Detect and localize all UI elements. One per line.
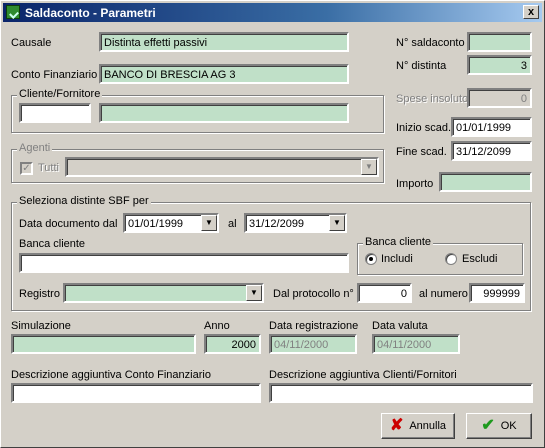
data-valuta-field: 04/11/2000: [372, 334, 460, 354]
data-al-value: 31/12/2099: [249, 218, 305, 230]
checkmark-icon: ✔: [481, 417, 495, 434]
desc-conto-label: Descrizione aggiuntiva Conto Finanziario: [11, 369, 211, 381]
dialog-window: Saldaconto - Parametri x Causale Distint…: [0, 0, 545, 448]
spese-insoluto-field: 0: [467, 88, 532, 108]
n-distinta-field[interactable]: 3: [467, 55, 532, 75]
banca-cliente-radio-group-label: Banca cliente: [363, 236, 434, 248]
cliente-fornitore-code-field[interactable]: [19, 103, 91, 123]
includi-radio[interactable]: [365, 253, 377, 265]
ok-button[interactable]: ✔ OK: [466, 413, 532, 439]
tutti-checkbox: ✓: [20, 162, 33, 175]
desc-conto-field[interactable]: [11, 383, 261, 403]
banca-cliente-field[interactable]: [19, 253, 349, 273]
escludi-radio[interactable]: [445, 253, 457, 265]
data-al-dropdown-icon[interactable]: ▼: [329, 215, 345, 231]
desc-clienti-field[interactable]: [269, 383, 533, 403]
data-registrazione-field: 04/11/2000: [269, 334, 357, 354]
cliente-fornitore-name-field[interactable]: [99, 103, 349, 123]
data-dal-dropdown-icon[interactable]: ▼: [201, 215, 217, 231]
anno-label: Anno: [204, 320, 230, 332]
fine-scad-field[interactable]: 31/12/2099: [451, 141, 532, 161]
inizio-scad-field[interactable]: 01/01/1999: [451, 117, 532, 137]
registro-label: Registro: [19, 288, 60, 300]
agenti-dropdown-icon: ▼: [361, 159, 377, 175]
simulazione-field[interactable]: [11, 334, 196, 354]
al-numero-field[interactable]: 999999: [469, 283, 525, 303]
title-bar[interactable]: Saldaconto - Parametri x: [3, 3, 542, 22]
al-numero-label: al numero: [419, 288, 468, 300]
annulla-button[interactable]: ✘ Annulla: [381, 413, 455, 439]
n-distinta-label: N° distinta: [396, 60, 447, 72]
simulazione-label: Simulazione: [11, 320, 71, 332]
causale-label: Causale: [11, 37, 52, 49]
data-registrazione-label: Data registrazione: [269, 320, 359, 332]
escludi-label[interactable]: Escludi: [462, 253, 497, 265]
registro-dropdown-icon[interactable]: ▼: [246, 285, 262, 301]
sbf-group-label: Seleziona distinte SBF per: [17, 195, 151, 207]
n-saldaconto-label: N° saldaconto: [396, 37, 465, 49]
agenti-group-label: Agenti: [17, 142, 53, 154]
window-title: Saldaconto - Parametri: [25, 6, 156, 20]
x-cancel-icon: ✘: [389, 417, 404, 434]
annulla-label: Annulla: [409, 420, 447, 432]
agenti-combo: ▼: [65, 157, 379, 177]
includi-label[interactable]: Includi: [381, 253, 413, 265]
conto-finanziario-label: Conto Finanziario: [11, 69, 98, 81]
dal-protocollo-field[interactable]: 0: [357, 283, 412, 303]
data-documento-label: Data documento dal: [19, 218, 118, 230]
cliente-fornitore-group-label: Cliente/Fornitore: [17, 88, 103, 100]
importo-field[interactable]: [439, 172, 532, 192]
causale-field[interactable]: Distinta effetti passivi: [99, 32, 349, 52]
data-valuta-label: Data valuta: [372, 320, 428, 332]
app-icon: [6, 5, 20, 19]
data-al-combo[interactable]: 31/12/2099 ▼: [244, 213, 347, 233]
close-button[interactable]: x: [523, 5, 539, 19]
anno-field[interactable]: 2000: [204, 334, 261, 354]
dal-protocollo-label: Dal protocollo n°: [273, 288, 354, 300]
importo-label: Importo: [396, 178, 434, 190]
data-al-label: al: [228, 218, 237, 230]
spese-insoluto-label: Spese insoluto: [396, 93, 469, 105]
fine-scad-label: Fine scad.: [396, 146, 447, 158]
desc-clienti-label: Descrizione aggiuntiva Clienti/Fornitori: [269, 369, 457, 381]
tutti-label: Tutti: [38, 162, 59, 174]
registro-combo[interactable]: ▼: [63, 283, 264, 303]
n-saldaconto-field[interactable]: [467, 32, 532, 52]
ok-label: OK: [500, 420, 517, 432]
inizio-scad-label: Inizio scad.: [396, 122, 452, 134]
data-dal-combo[interactable]: 01/01/1999 ▼: [123, 213, 219, 233]
banca-cliente-label: Banca cliente: [19, 238, 86, 250]
conto-finanziario-field[interactable]: BANCO DI BRESCIA AG 3: [99, 64, 349, 84]
data-dal-value: 01/01/1999: [128, 218, 184, 230]
